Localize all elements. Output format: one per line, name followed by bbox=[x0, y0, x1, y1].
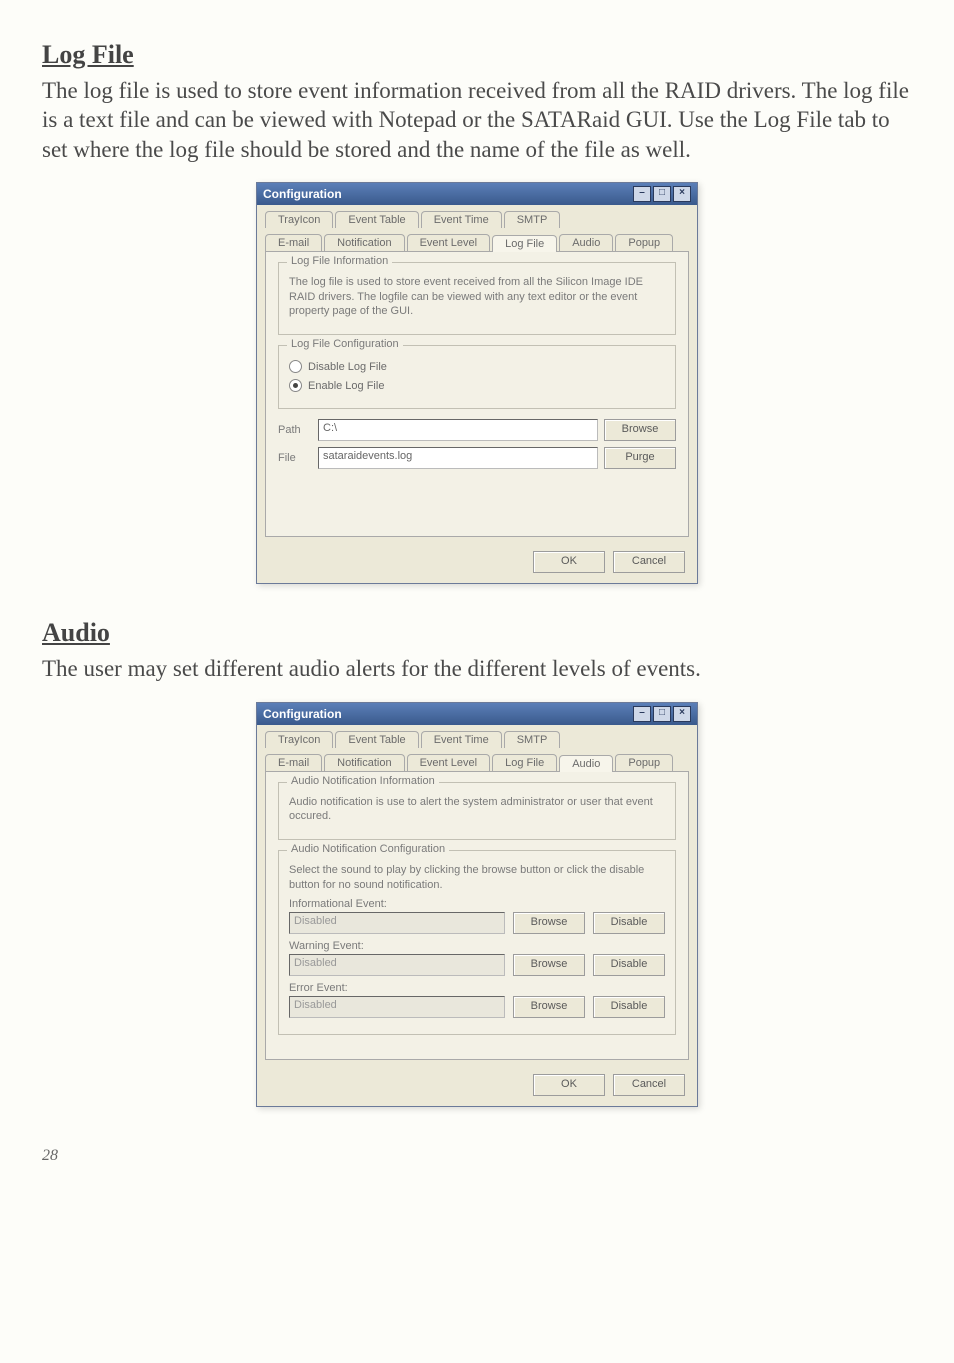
file-input[interactable]: sataraidevents.log bbox=[318, 447, 598, 469]
paragraph-audio: The user may set different audio alerts … bbox=[42, 654, 912, 683]
page-number: 28 bbox=[42, 1147, 912, 1165]
group-title-config: Log File Configuration bbox=[287, 338, 403, 350]
disable-button-warn[interactable]: Disable bbox=[593, 954, 665, 976]
tab-event-table[interactable]: Event Table bbox=[335, 211, 418, 228]
tab-email[interactable]: E-mail bbox=[265, 754, 322, 771]
tab-log-file[interactable]: Log File bbox=[492, 754, 557, 771]
tab-event-time[interactable]: Event Time bbox=[421, 211, 502, 228]
radio-enable-label: Enable Log File bbox=[308, 380, 384, 392]
tabs-row-1: TrayIcon Event Table Event Time SMTP bbox=[257, 205, 697, 228]
close-icon[interactable]: × bbox=[673, 186, 691, 202]
cancel-button[interactable]: Cancel bbox=[613, 551, 685, 573]
tabs2-row-2: E-mail Notification Event Level Log File… bbox=[257, 748, 697, 771]
maximize-icon[interactable]: □ bbox=[653, 186, 671, 202]
browse-button-error[interactable]: Browse bbox=[513, 996, 585, 1018]
tab-smtp[interactable]: SMTP bbox=[504, 211, 561, 228]
disable-button-info[interactable]: Disable bbox=[593, 912, 665, 934]
browse-button[interactable]: Browse bbox=[604, 419, 676, 441]
titlebar: Configuration – □ × bbox=[257, 183, 697, 205]
logfile-info-text: The log file is used to store event rece… bbox=[289, 275, 665, 318]
tab-audio[interactable]: Audio bbox=[559, 755, 613, 772]
tab-log-file[interactable]: Log File bbox=[492, 235, 557, 252]
path-input[interactable]: C:\ bbox=[318, 419, 598, 441]
paragraph-log-file: The log file is used to store event info… bbox=[42, 76, 912, 164]
informational-event-label: Informational Event: bbox=[289, 898, 665, 910]
window-title-2: Configuration bbox=[263, 707, 342, 721]
tabs-row-2: E-mail Notification Event Level Log File… bbox=[257, 228, 697, 251]
tabs2-row-1: TrayIcon Event Table Event Time SMTP bbox=[257, 725, 697, 748]
tab-audio[interactable]: Audio bbox=[559, 234, 613, 251]
group-audio-info: Audio Notification Information Audio not… bbox=[278, 782, 676, 841]
heading-audio: Audio bbox=[42, 618, 912, 648]
radio-enable-logfile[interactable] bbox=[289, 379, 302, 392]
titlebar-2: Configuration – □ × bbox=[257, 703, 697, 725]
tab-event-level[interactable]: Event Level bbox=[407, 754, 490, 771]
group-title-audio-config: Audio Notification Configuration bbox=[287, 843, 449, 855]
file-label: File bbox=[278, 452, 312, 464]
radio-disable-logfile[interactable] bbox=[289, 360, 302, 373]
configuration-dialog-logfile: Configuration – □ × TrayIcon Event Table… bbox=[256, 182, 698, 584]
radio-disable-label: Disable Log File bbox=[308, 361, 387, 373]
tab-notification[interactable]: Notification bbox=[324, 234, 404, 251]
audio-config-text: Select the sound to play by clicking the… bbox=[289, 863, 665, 892]
ok-button[interactable]: OK bbox=[533, 1074, 605, 1096]
minimize-icon[interactable]: – bbox=[633, 186, 651, 202]
ok-button[interactable]: OK bbox=[533, 551, 605, 573]
tab-event-table[interactable]: Event Table bbox=[335, 731, 418, 748]
tab-event-level[interactable]: Event Level bbox=[407, 234, 490, 251]
path-label: Path bbox=[278, 424, 312, 436]
cancel-button[interactable]: Cancel bbox=[613, 1074, 685, 1096]
browse-button-info[interactable]: Browse bbox=[513, 912, 585, 934]
tab-smtp[interactable]: SMTP bbox=[504, 731, 561, 748]
group-audio-config: Audio Notification Configuration Select … bbox=[278, 850, 676, 1035]
tab-popup[interactable]: Popup bbox=[615, 234, 673, 251]
error-event-label: Error Event: bbox=[289, 982, 665, 994]
informational-event-input[interactable]: Disabled bbox=[289, 912, 505, 934]
tab-trayicon[interactable]: TrayIcon bbox=[265, 731, 333, 748]
minimize-icon[interactable]: – bbox=[633, 706, 651, 722]
group-title-info: Log File Information bbox=[287, 255, 392, 267]
tab-popup[interactable]: Popup bbox=[615, 754, 673, 771]
tab-trayicon[interactable]: TrayIcon bbox=[265, 211, 333, 228]
purge-button[interactable]: Purge bbox=[604, 447, 676, 469]
tab-notification[interactable]: Notification bbox=[324, 754, 404, 771]
group-logfile-config: Log File Configuration Disable Log File … bbox=[278, 345, 676, 409]
group-logfile-info: Log File Information The log file is use… bbox=[278, 262, 676, 335]
audio-info-text: Audio notification is use to alert the s… bbox=[289, 795, 665, 824]
error-event-input[interactable]: Disabled bbox=[289, 996, 505, 1018]
tab-event-time[interactable]: Event Time bbox=[421, 731, 502, 748]
disable-button-error[interactable]: Disable bbox=[593, 996, 665, 1018]
maximize-icon[interactable]: □ bbox=[653, 706, 671, 722]
window-title: Configuration bbox=[263, 187, 342, 201]
heading-log-file: Log File bbox=[42, 40, 912, 70]
close-icon[interactable]: × bbox=[673, 706, 691, 722]
warning-event-input[interactable]: Disabled bbox=[289, 954, 505, 976]
configuration-dialog-audio: Configuration – □ × TrayIcon Event Table… bbox=[256, 702, 698, 1107]
browse-button-warn[interactable]: Browse bbox=[513, 954, 585, 976]
tab-body-audio: Audio Notification Information Audio not… bbox=[265, 771, 689, 1060]
tab-email[interactable]: E-mail bbox=[265, 234, 322, 251]
group-title-audio-info: Audio Notification Information bbox=[287, 775, 439, 787]
warning-event-label: Warning Event: bbox=[289, 940, 665, 952]
tab-body-logfile: Log File Information The log file is use… bbox=[265, 251, 689, 537]
